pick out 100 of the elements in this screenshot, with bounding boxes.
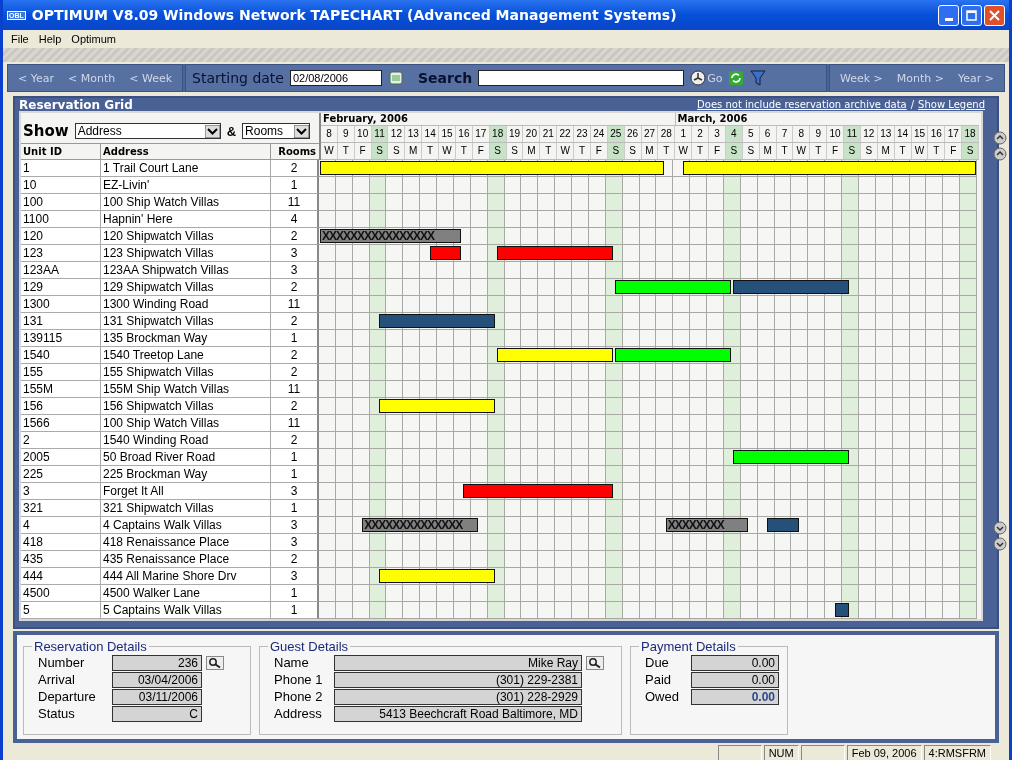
weekday-letter: M [759, 143, 777, 159]
table-cell: 444 [21, 568, 101, 585]
booking-bar[interactable] [615, 280, 732, 294]
booking-bar[interactable]: XXXXXXXX [665, 518, 749, 532]
table-cell: 2 [271, 432, 319, 449]
filter-icon[interactable] [750, 69, 767, 87]
table-cell: 3 [271, 534, 319, 551]
booking-bar[interactable] [320, 161, 664, 175]
field-label: Phone 2 [273, 689, 324, 704]
weekday-letter: T [455, 143, 473, 159]
day-number: 1 [675, 126, 693, 142]
weekday-letter: S [624, 143, 642, 159]
table-cell: 4 [21, 517, 101, 534]
day-number: 22 [557, 126, 575, 142]
weekday-letter: T [928, 143, 946, 159]
rooms-dropdown[interactable]: Rooms [242, 123, 311, 139]
nav-link[interactable]: < Month [68, 71, 116, 85]
table-cell: 155 [21, 364, 101, 381]
timeline-track[interactable]: XXXXXXXXXXXXXXXX [319, 228, 977, 245]
column-header: Unit ID [21, 144, 101, 159]
booking-bar[interactable] [429, 246, 462, 260]
close-button[interactable] [984, 4, 1005, 26]
archive-link[interactable]: Does not include reservation archive data [697, 99, 907, 110]
booking-bar[interactable]: XXXXXXXXXXXXXX [362, 518, 479, 532]
search-icon[interactable] [586, 655, 604, 670]
booking-bar[interactable] [379, 399, 496, 413]
nav-link[interactable]: Week > [839, 71, 883, 85]
search-icon[interactable] [206, 655, 224, 670]
table-cell: 225 [21, 466, 101, 483]
table-cell: 2 [271, 347, 319, 364]
table-cell: 123 Shipwatch Villas [101, 245, 271, 262]
table-cell: 11 [271, 194, 319, 211]
panel-title: Reservation Grid [19, 97, 133, 112]
menu-item[interactable]: Optimum [71, 33, 116, 45]
table-cell: 3 [271, 568, 319, 585]
weekday-letter: W [675, 143, 693, 159]
weekday-letter: S [388, 143, 406, 159]
nav-link[interactable]: < Week [129, 71, 173, 85]
weekday-letter: W [439, 143, 456, 159]
month-header: February, 2006 [322, 113, 409, 125]
day-number: 14 [894, 126, 912, 142]
nav-link[interactable]: < Year [18, 71, 54, 85]
status-pane: Feb 09, 2006 [846, 744, 922, 760]
menu-item[interactable]: File [11, 33, 29, 45]
table-cell: 321 Shipwatch Villas [101, 500, 271, 517]
booking-bar[interactable] [615, 348, 732, 362]
day-number: 2 [692, 126, 710, 142]
day-number: 7 [776, 126, 794, 142]
menu-item[interactable]: Help [38, 33, 62, 45]
legend-link[interactable]: Show Legend [918, 99, 985, 110]
maximize-button[interactable] [961, 4, 982, 26]
day-number: 17 [472, 126, 490, 142]
weekday-letter: T [540, 143, 558, 159]
table-cell: 1 Trail Court Lane [101, 160, 271, 177]
table-cell: 2 [271, 398, 319, 415]
nav-link[interactable]: Month > [896, 71, 944, 85]
field-label: Paid [644, 672, 673, 687]
field-value: 03/04/2006 [112, 671, 202, 688]
booking-bar[interactable] [497, 348, 614, 362]
booking-bar[interactable]: XXXXXXXXXXXXXXXX [320, 229, 462, 243]
minimize-button[interactable] [938, 4, 959, 26]
table-cell: 1566 [21, 415, 101, 432]
booking-bar[interactable] [834, 603, 850, 617]
booking-bar[interactable] [379, 569, 496, 583]
table-cell: 4500 Walker Lane [101, 585, 271, 602]
table-cell: 11 [271, 415, 319, 432]
nav-link[interactable]: Year > [958, 71, 994, 85]
day-number: 5 [742, 126, 760, 142]
go-button[interactable]: Go [690, 70, 723, 86]
weekday-letter: S [742, 143, 760, 159]
table-cell: 4 Captains Walk Villas [101, 517, 271, 534]
table-cell: 4 [271, 211, 319, 228]
group-title: Guest Details [269, 639, 350, 654]
table-cell: 2 [271, 551, 319, 568]
table-cell: 1 [271, 466, 319, 483]
table-cell: 129 [21, 279, 101, 296]
search-field[interactable] [478, 70, 685, 86]
day-number: 8 [793, 126, 811, 142]
booking-bar[interactable] [682, 161, 976, 175]
timeline-track[interactable]: XXXXXXXXXXXXXX XXXXXXXX [319, 517, 977, 534]
table-cell: 2 [271, 160, 319, 177]
search-label: Search [417, 70, 473, 86]
scroll-down-icon[interactable] [993, 521, 1007, 551]
field-value: (301) 229-2381 [334, 671, 582, 688]
table-cell: 2 [271, 279, 319, 296]
field-value: (301) 228-2929 [334, 688, 582, 705]
link-separator: / [910, 99, 915, 110]
day-number: 12 [388, 126, 406, 142]
booking-bar[interactable] [733, 450, 850, 464]
field-label: Status [37, 706, 76, 721]
weekday-letter: S [506, 143, 524, 159]
scroll-up-icon[interactable] [993, 131, 1007, 161]
table-cell: 1 [271, 602, 319, 619]
table-cell: 321 [21, 500, 101, 517]
day-number: 8 [321, 126, 338, 142]
weekday-letter: T [574, 143, 591, 159]
fan-icon [690, 70, 707, 86]
date-field[interactable]: 02/08/2006 [289, 70, 382, 86]
refresh-icon[interactable] [728, 70, 745, 86]
show-dropdown[interactable]: Address [74, 123, 221, 139]
